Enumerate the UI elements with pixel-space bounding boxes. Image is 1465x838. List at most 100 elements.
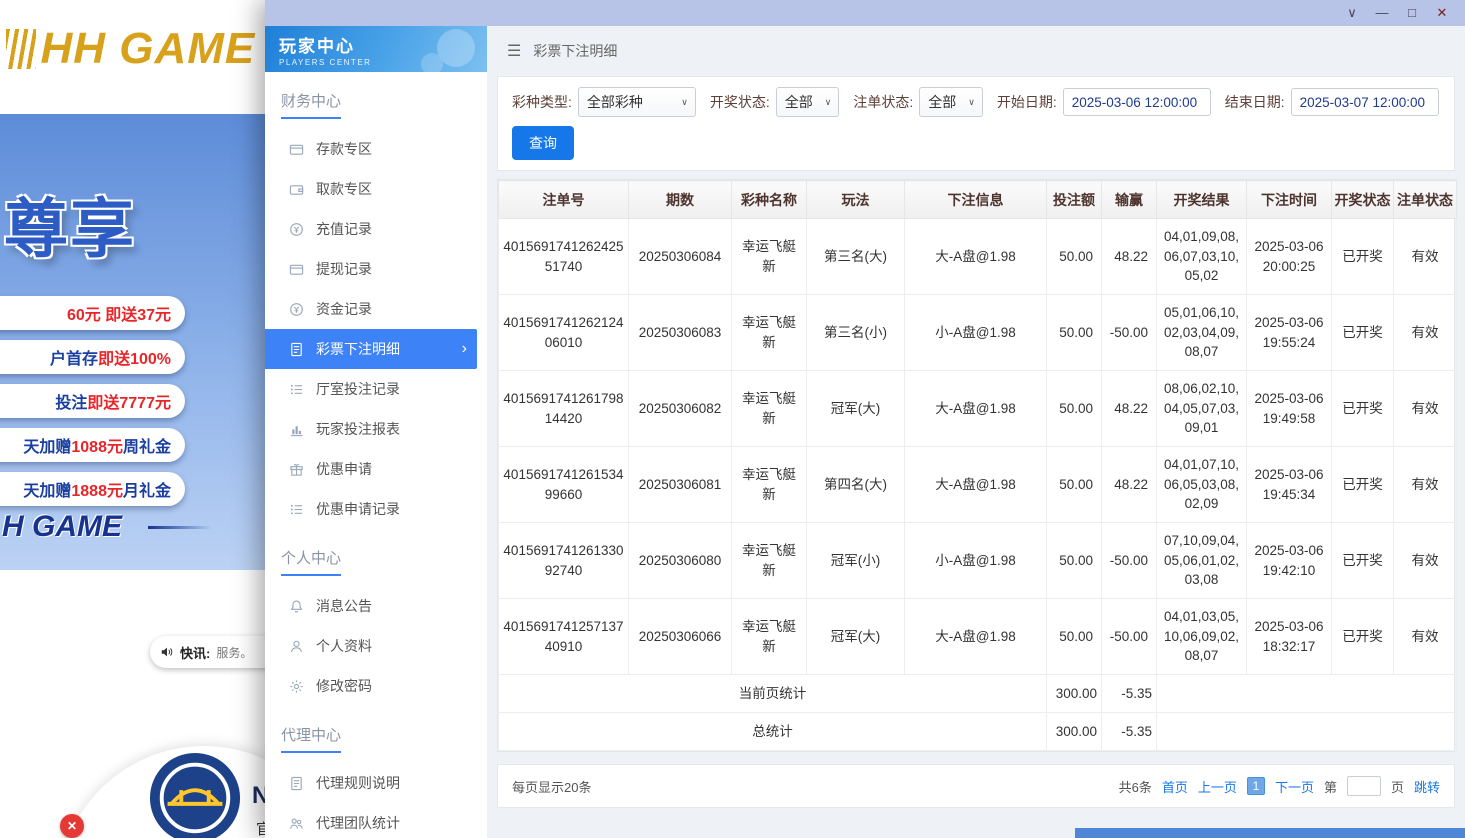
speaker-icon [160,645,174,659]
next-page-link[interactable]: 下一页 [1275,777,1314,796]
cell-lottery: 幸运飞艇新 [732,599,807,675]
start-date-input[interactable] [1063,88,1211,116]
chevron-down-icon: ∨ [968,97,975,108]
section-finance: 财务中心 [265,72,487,129]
cell-bet-time: 2025-03-06 19:55:24 [1247,295,1332,371]
content-topbar: ☰ 彩票下注明细 [487,26,1465,76]
sidebar-item-funds-records[interactable]: 资金记录 [265,289,487,329]
maximize-button[interactable]: □ [1397,0,1427,26]
cell-order-status: 有效 [1394,599,1457,675]
cell-lottery: 幸运飞艇新 [732,523,807,599]
sidebar-item-change-password[interactable]: 修改密码 [265,666,487,706]
pill-text: 户首存 [50,345,98,369]
total-summary-row: 总统计 300.00 -5.35 [499,713,1457,751]
cell-order-status: 有效 [1394,371,1457,447]
sidebar-item-bet-report[interactable]: 玩家投注报表 [265,409,487,449]
pill-highlight: 即送7777元 [87,389,171,413]
sidebar-item-label: 取款专区 [316,179,372,199]
cell-bet-id: 401569174126133092740 [499,523,629,599]
main-content: ☰ 彩票下注明细 彩种类型: 全部彩种 ∨ 开奖状态: 全部 ∨ 注单状态: [487,26,1465,838]
bridge-logo-icon [148,751,242,838]
draw-status-select[interactable]: 全部 ∨ [776,87,840,117]
cell-play: 第三名(大) [807,219,905,295]
section-label: 财务中心 [281,90,341,119]
promo-pill: 天加赠1888元月礼金 [0,472,185,506]
pill-text: 月礼金 [123,477,171,501]
prev-page-link[interactable]: 上一页 [1198,777,1237,796]
page-summary-win-loss: -5.35 [1102,675,1157,713]
cell-win-loss: 48.22 [1102,219,1157,295]
sidebar-header: 玩家中心 PLAYERS CENTER [265,26,487,72]
promo-apply-icon [289,462,304,477]
total-summary-amount: 300.00 [1047,713,1102,751]
promo-records-icon [289,502,304,517]
sidebar-item-hall-bet-records[interactable]: 厅室投注记录 [265,369,487,409]
close-float-button[interactable]: ✕ [60,814,84,838]
sidebar-item-announcements[interactable]: 消息公告 [265,586,487,626]
cell-bet-time: 2025-03-06 19:45:34 [1247,447,1332,523]
cell-result: 04,01,03,05,10,06,09,02,08,07 [1157,599,1247,675]
cell-lottery: 幸运飞艇新 [732,371,807,447]
col-win-loss: 输赢 [1102,181,1157,219]
chevron-right-icon: › [462,340,467,358]
pill-highlight: 即送100% [98,345,171,369]
chevron-down-icon[interactable]: ∨ [1337,0,1367,26]
sidebar-item-promo-apply[interactable]: 优惠申请 [265,449,487,489]
total-count-text: 共6条 [1119,777,1152,796]
cell-draw-status: 已开奖 [1332,599,1394,675]
first-page-link[interactable]: 首页 [1162,777,1188,796]
hamburger-icon[interactable]: ☰ [507,41,521,61]
sidebar-item-withdraw[interactable]: 取款专区 [265,169,487,209]
window-titlebar: ∨ — □ ✕ [265,0,1465,26]
sidebar-item-withdrawal-records[interactable]: 提现记录 [265,249,487,289]
sidebar-item-agent-team-stats[interactable]: 代理团队统计 [265,803,487,838]
start-date-label: 开始日期: [997,92,1057,112]
bets-table: 注单号 期数 彩种名称 玩法 下注信息 投注额 输赢 开奖结果 下注时间 开奖状… [498,180,1457,751]
current-page-badge[interactable]: 1 [1247,777,1265,795]
lottery-bets-icon [289,342,304,357]
sidebar-item-lottery-bet-details[interactable]: 彩票下注明细 › [265,329,477,369]
cell-bet-id: 401569174126212406010 [499,295,629,371]
end-date-label: 结束日期: [1225,92,1285,112]
bets-table-card: 注单号 期数 彩种名称 玩法 下注信息 投注额 输赢 开奖结果 下注时间 开奖状… [497,179,1455,752]
sidebar-item-profile[interactable]: 个人资料 [265,626,487,666]
cell-bet-id: 401569174125713740910 [499,599,629,675]
promo-banner: 尊享 60元 即送37元 户首存 即送100% 投注 即送7777元 天加赠10… [0,114,265,570]
sidebar-item-promo-records[interactable]: 优惠申请记录 [265,489,487,529]
sidebar-item-agent-rules[interactable]: 代理规则说明 [265,763,487,803]
sidebar-item-label: 彩票下注明细 [316,339,400,359]
table-row: 401569174126179814420 20250306082 幸运飞艇新 … [499,371,1457,447]
lottery-type-select[interactable]: 全部彩种 ∨ [578,87,696,117]
cell-win-loss: 48.22 [1102,371,1157,447]
cell-play: 冠军(大) [807,371,905,447]
end-date-input[interactable] [1291,88,1439,116]
sidebar-item-label: 代理规则说明 [316,773,400,793]
cell-order-status: 有效 [1394,447,1457,523]
table-row: 401569174126212406010 20250306083 幸运飞艇新 … [499,295,1457,371]
order-status-select[interactable]: 全部 ∨ [919,87,983,117]
page-jump-input[interactable] [1347,776,1381,796]
minimize-button[interactable]: — [1367,0,1397,26]
sidebar-item-recharge-records[interactable]: 充值记录 [265,209,487,249]
ticker-text: 服务。 [216,644,252,661]
sidebar-item-label: 优惠申请 [316,459,372,479]
col-bet-info: 下注信息 [905,181,1047,219]
cell-bet-time: 2025-03-06 18:32:17 [1247,599,1332,675]
total-summary-spacer [1157,713,1457,751]
sidebar-item-deposit[interactable]: 存款专区 [265,129,487,169]
cell-win-loss: -50.00 [1102,599,1157,675]
cell-period: 20250306082 [629,371,732,447]
cell-period: 20250306081 [629,447,732,523]
search-button[interactable]: 查询 [512,126,574,160]
draw-status-label: 开奖状态: [710,92,770,112]
page-summary-spacer [1157,675,1457,713]
cell-play: 冠军(大) [807,599,905,675]
jump-suffix-text: 页 [1391,777,1404,796]
sidebar-item-label: 厅室投注记录 [316,379,400,399]
cell-result: 04,01,07,10,06,05,03,08,02,09 [1157,447,1247,523]
cell-draw-status: 已开奖 [1332,295,1394,371]
jump-button[interactable]: 跳转 [1414,777,1440,796]
cell-bet-info: 大-A盘@1.98 [905,219,1047,295]
promo-logo-line [148,526,212,529]
close-button[interactable]: ✕ [1427,0,1457,26]
